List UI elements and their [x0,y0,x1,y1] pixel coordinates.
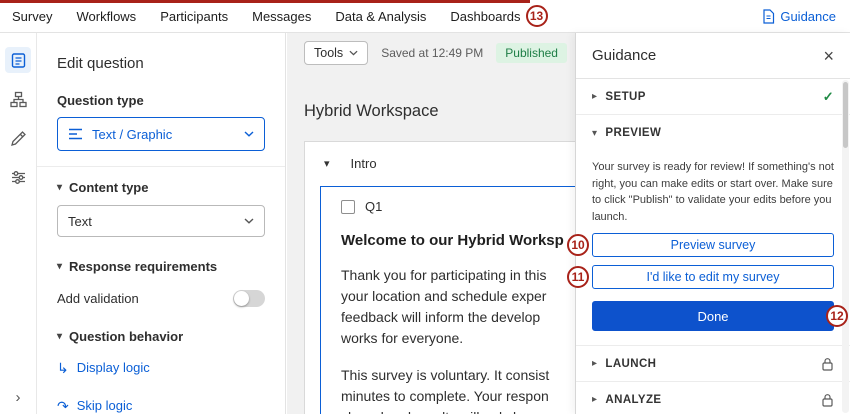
nav-tab-dashboards[interactable]: Dashboards 13 [450,9,520,24]
top-nav: Survey Workflows Participants Messages D… [0,0,850,33]
survey-flow-icon[interactable] [5,86,31,112]
display-logic-icon: ↳ [57,361,69,375]
annotation-mark-12: 12 [826,305,848,327]
guidance-title: Guidance [592,47,656,64]
tools-label: Tools [314,46,343,60]
annotation-mark-13: 13 [526,5,548,27]
saved-status: Saved at 12:49 PM [381,46,483,60]
guidance-link-label: Guidance [780,9,836,24]
chevron-down-icon [349,50,358,56]
response-requirements-label: Response requirements [69,259,217,274]
question-type-label: Question type [57,93,265,108]
content-type-select[interactable]: Text [57,205,265,237]
published-badge: Published [496,43,567,63]
caret-down-icon: ▾ [592,128,597,139]
tools-button[interactable]: Tools [304,41,368,65]
annotation-mark-11: 11 [567,266,589,288]
lock-icon [821,357,834,371]
caret-down-icon: ▾ [57,331,62,342]
skip-logic-icon: ↷ [57,399,69,413]
question-behavior-section-header[interactable]: ▾ Question behavior [57,329,265,344]
annotation-mark-10: 10 [567,234,589,256]
guidance-header: Guidance × [576,33,850,79]
nav-tab-dashboards-label: Dashboards [450,9,520,24]
caret-right-icon: ▸ [592,91,597,102]
panel-title: Edit question [57,55,265,72]
survey-builder-icon[interactable] [5,47,31,73]
guidance-buttons: Preview survey 10 I'd like to edit my su… [576,233,850,331]
chevron-down-icon [244,131,254,137]
edit-survey-button[interactable]: I'd like to edit my survey [592,265,834,289]
question-checkbox[interactable] [341,200,355,214]
display-logic-label: Display logic [77,360,150,375]
question-type-select[interactable]: Text / Graphic [57,117,265,151]
caret-right-icon: ▸ [592,358,597,369]
skip-logic-label: Skip logic [77,398,133,413]
survey-options-icon[interactable] [5,164,31,190]
guidance-panel: Guidance × ▸ SETUP ✓ ▾ PREVIEW Your surv… [575,33,850,414]
launch-section-header[interactable]: ▸ LAUNCH [576,346,850,382]
add-validation-toggle[interactable] [233,290,265,307]
nav-tab-workflows[interactable]: Workflows [76,9,136,24]
add-validation-label: Add validation [57,291,139,306]
preview-body-text: Your survey is ready for review! If some… [592,159,834,225]
preview-survey-button[interactable]: Preview survey [592,233,834,257]
question-id: Q1 [365,199,382,214]
analyze-section-header[interactable]: ▸ ANALYZE [576,382,850,414]
lock-icon [821,393,834,407]
caret-down-icon: ▾ [57,261,62,272]
expand-panel-chevron-icon[interactable]: › [0,389,36,406]
add-validation-row: Add validation [57,290,265,307]
question-behavior-label: Question behavior [69,329,183,344]
nav-tab-data-analysis[interactable]: Data & Analysis [335,9,426,24]
content-type-label: Content type [69,180,148,195]
nav-tab-participants[interactable]: Participants [160,9,228,24]
analyze-label: ANALYZE [605,394,661,406]
toggle-knob [234,291,249,306]
look-and-feel-icon[interactable] [5,125,31,151]
check-icon: ✓ [823,89,834,105]
preview-section-header[interactable]: ▾ PREVIEW [576,115,850,151]
guidance-link[interactable]: Guidance [762,9,836,24]
preview-label: PREVIEW [605,127,661,139]
nav-tab-survey[interactable]: Survey [12,9,52,24]
guidance-scrollbar[interactable] [842,80,849,413]
edit-question-panel: Edit question Question type Text / Graph… [37,33,286,414]
nav-tab-messages[interactable]: Messages [252,9,311,24]
skip-logic-link[interactable]: ↷ Skip logic [57,398,265,413]
chevron-down-icon [244,218,254,224]
response-requirements-section-header[interactable]: ▾ Response requirements [57,259,265,274]
launch-label: LAUNCH [605,358,656,370]
caret-right-icon: ▸ [592,394,597,405]
app-window: Survey Workflows Participants Messages D… [0,0,850,414]
display-logic-link[interactable]: ↳ Display logic [57,360,265,375]
annotation-line [0,0,530,3]
content-type-section-header[interactable]: ▾ Content type [57,180,265,195]
block-label[interactable]: Intro [351,156,377,171]
guidance-doc-icon [762,9,775,24]
content-type-value: Text [68,214,92,229]
text-graphic-icon [68,128,83,140]
nav-tabs: Survey Workflows Participants Messages D… [12,9,521,24]
scrollbar-thumb[interactable] [843,82,848,148]
left-icon-rail: › [0,33,37,414]
close-icon[interactable]: × [823,47,834,65]
question-type-value: Text / Graphic [92,127,172,142]
done-button[interactable]: Done [592,301,834,331]
divider [37,166,285,167]
collapse-block-caret-icon[interactable]: ▾ [324,157,330,170]
setup-label: SETUP [605,91,645,103]
setup-section-header[interactable]: ▸ SETUP ✓ [576,79,850,115]
caret-down-icon: ▾ [57,182,62,193]
